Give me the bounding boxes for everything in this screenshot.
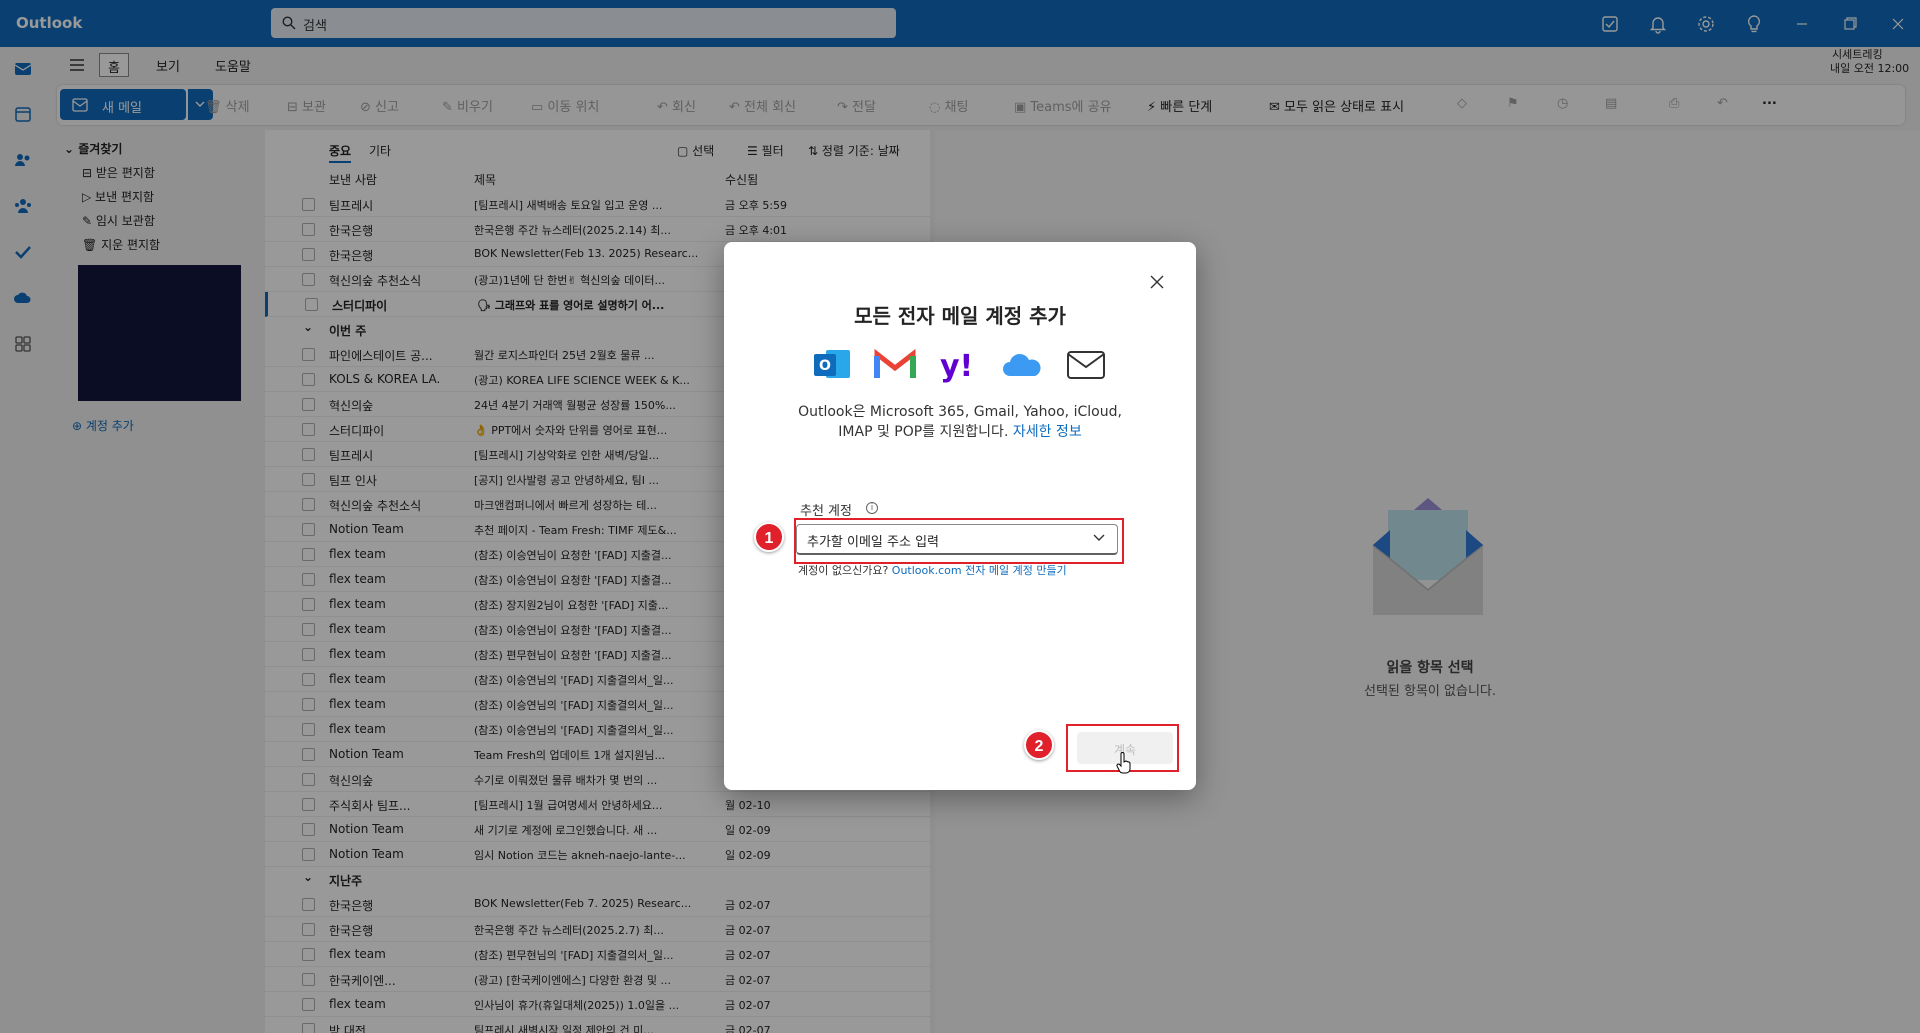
recommended-account-label: 추천 계정 xyxy=(800,504,852,519)
outlook-icon: O xyxy=(814,350,850,378)
hand-cursor-icon xyxy=(1116,752,1131,774)
dialog-description-line2: IMAP 및 POP를 지원합니다. xyxy=(838,424,1009,440)
generic-mail-icon xyxy=(1067,351,1105,379)
add-account-dialog: 모든 전자 메일 계정 추가 O y! Outlook은 Microsoft 3… xyxy=(724,242,1196,790)
dialog-description-line1: Outlook은 Microsoft 365, Gmail, Yahoo, iC… xyxy=(798,404,1122,420)
icloud-icon xyxy=(1003,353,1041,376)
no-account-label: 계정이 없으신가요? xyxy=(798,564,889,577)
gmail-icon xyxy=(874,348,916,378)
close-icon[interactable] xyxy=(1149,274,1165,290)
highlight-box-1 xyxy=(794,518,1124,564)
learn-more-link[interactable]: 자세한 정보 xyxy=(1013,424,1082,440)
svg-text:y!: y! xyxy=(940,349,973,384)
svg-text:O: O xyxy=(819,358,831,374)
info-icon[interactable]: i xyxy=(866,502,878,514)
yahoo-icon: y! xyxy=(940,349,973,384)
create-outlook-account-link[interactable]: Outlook.com 전자 메일 계정 만들기 xyxy=(892,564,1067,577)
no-account-text: 계정이 없으신가요? Outlook.com 전자 메일 계정 만들기 xyxy=(798,562,1067,578)
dialog-description: Outlook은 Microsoft 365, Gmail, Yahoo, iC… xyxy=(764,402,1156,442)
step-badge-1: 1 xyxy=(754,522,784,552)
step-badge-2: 2 xyxy=(1024,730,1054,760)
dialog-title: 모든 전자 메일 계정 추가 xyxy=(854,304,1066,328)
